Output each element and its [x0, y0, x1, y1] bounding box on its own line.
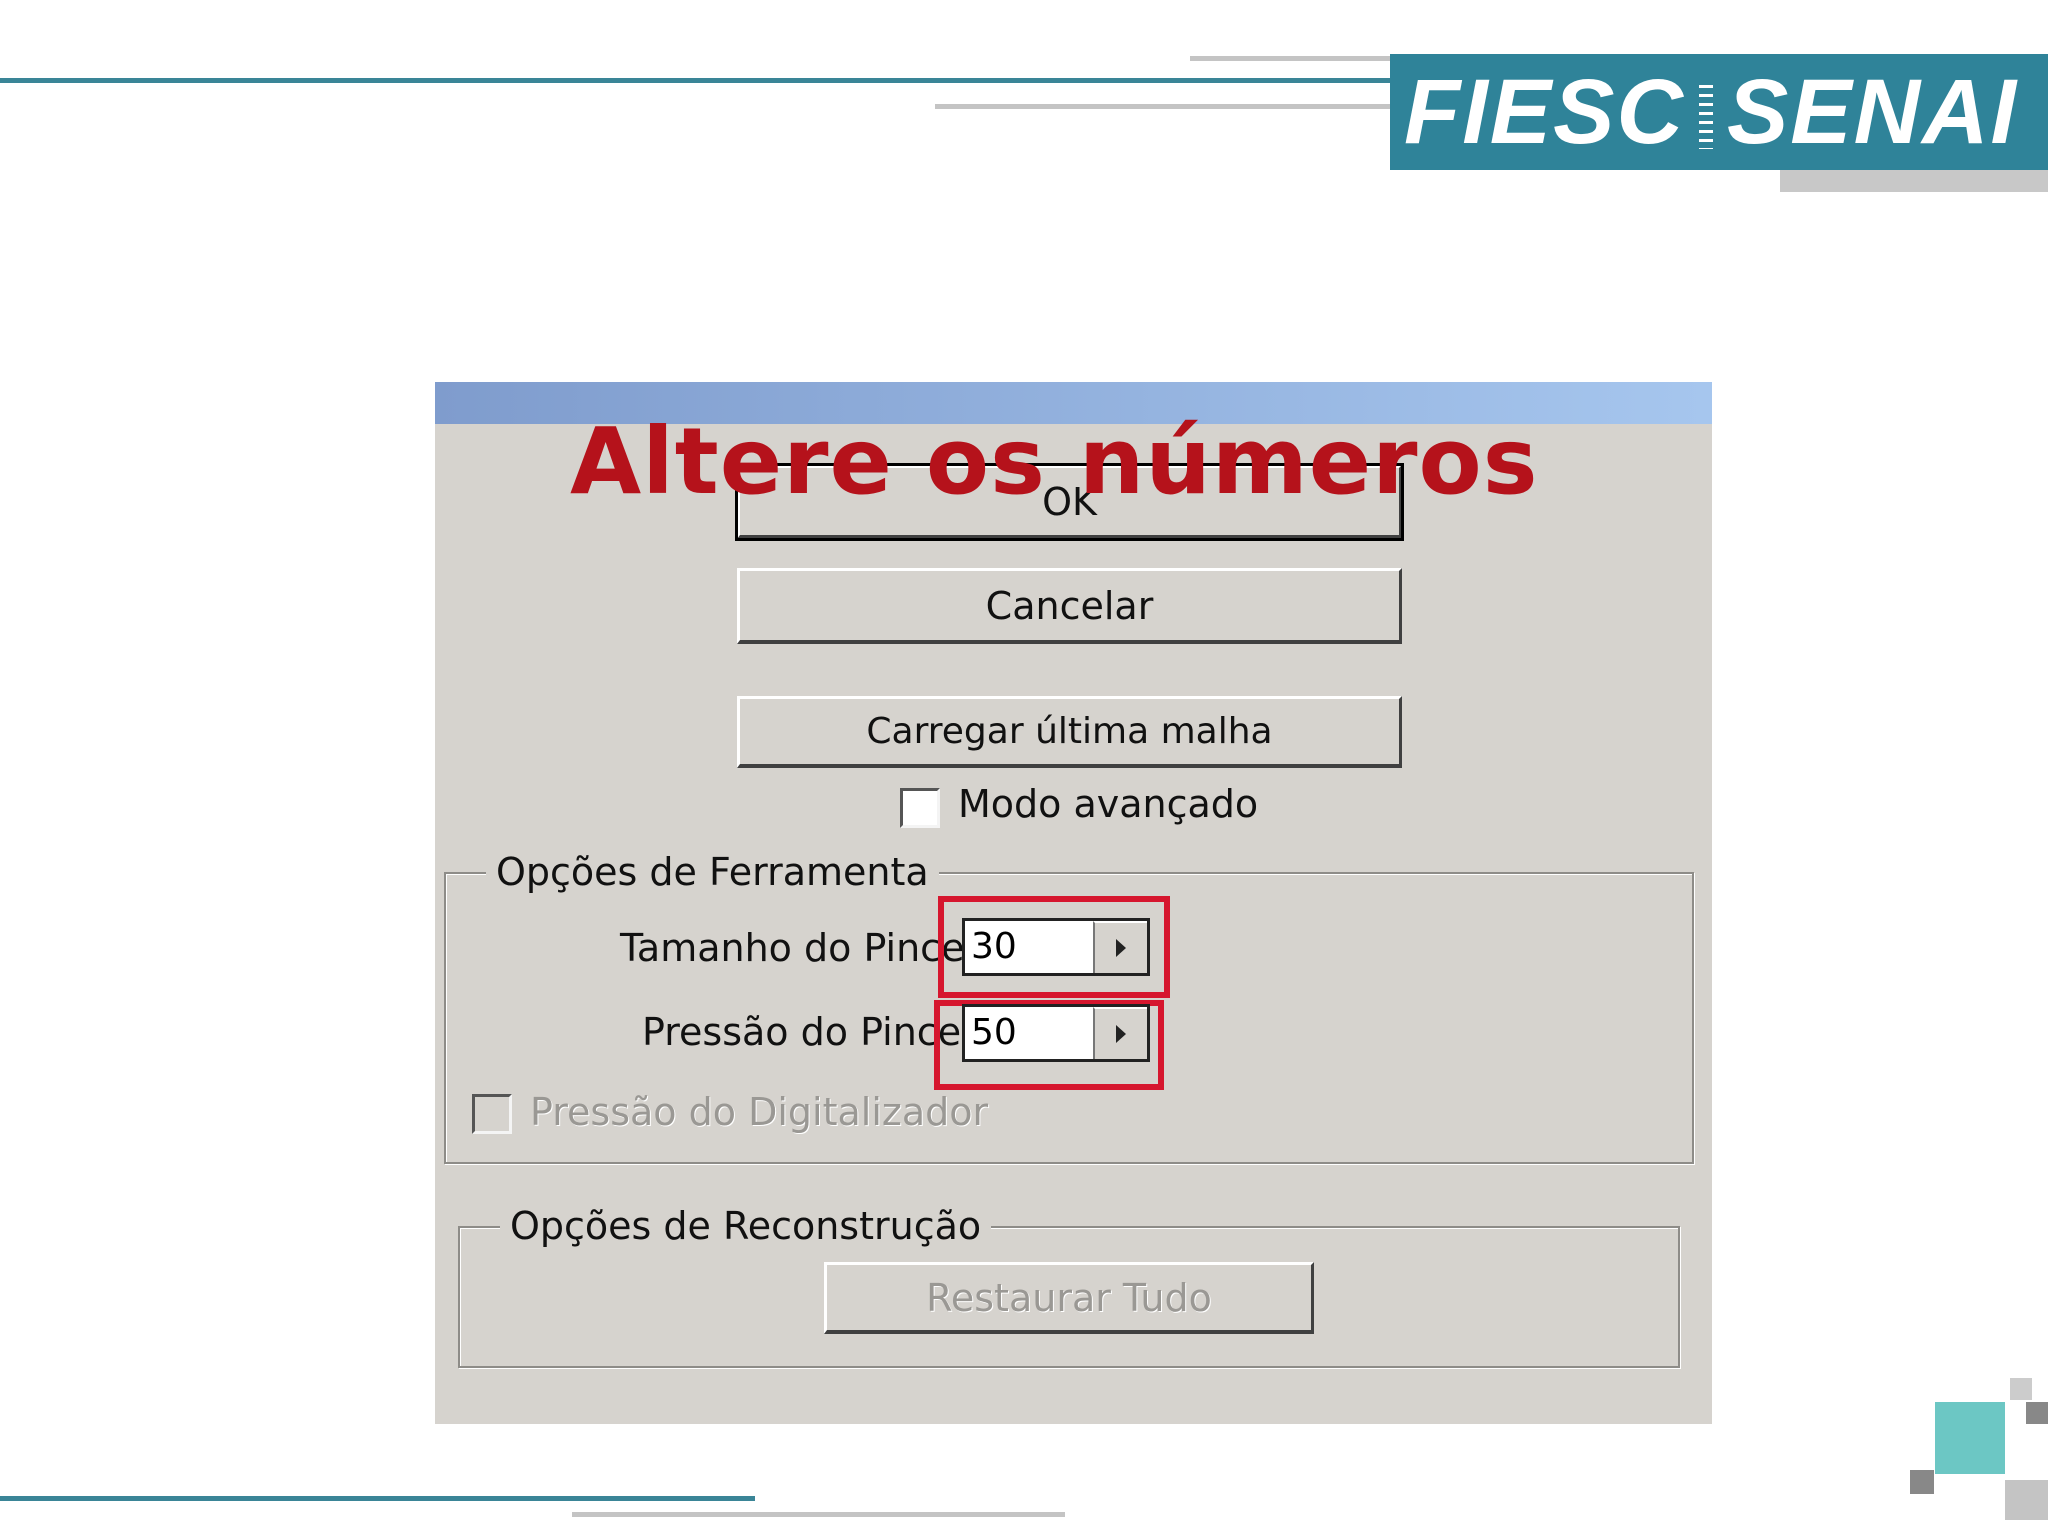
brush-pressure-slider-button[interactable] [1093, 1007, 1147, 1059]
corner-square-gray-1 [2010, 1378, 2032, 1400]
instruction-annotation: Altere os números [570, 408, 1539, 515]
load-last-mesh-button[interactable]: Carregar última malha [737, 696, 1402, 768]
header-rule-teal [0, 78, 1392, 83]
brush-size-label: Tamanho do Pincel [620, 926, 976, 970]
stylus-pressure-checkbox[interactable] [472, 1094, 512, 1134]
logo-fiesc-text: FIESC [1404, 61, 1685, 163]
brush-pressure-label: Pressão do Pincel [642, 1010, 972, 1054]
brush-pressure-input[interactable] [971, 1009, 1081, 1055]
cancel-button[interactable]: Cancelar [737, 568, 1402, 644]
tool-options-legend: Opções de Ferramenta [486, 850, 939, 894]
logo-separator [1698, 85, 1713, 149]
logo-senai-text: SENAI [1726, 61, 2019, 163]
brush-size-input[interactable] [971, 923, 1081, 969]
logo-shadow [1780, 170, 2048, 192]
fiesc-senai-logo: FIESC SENAI [1404, 62, 2018, 162]
advanced-mode-label: Modo avançado [958, 782, 1259, 826]
brush-size-slider-button[interactable] [1093, 921, 1147, 973]
brush-size-spinbox [962, 918, 1150, 976]
corner-square-teal [1935, 1402, 2005, 1474]
stylus-pressure-label: Pressão do Digitalizador [530, 1090, 989, 1134]
header-rule-gray-bottom [935, 104, 1390, 109]
corner-square-gray-4 [2005, 1480, 2048, 1520]
reconstruction-options-legend: Opções de Reconstrução [500, 1204, 992, 1248]
footer-rule-teal [0, 1496, 755, 1501]
restore-all-button[interactable]: Restaurar Tudo [824, 1262, 1314, 1334]
footer-rule-gray [572, 1512, 1065, 1517]
corner-square-gray-3 [1910, 1470, 1934, 1494]
triangle-right-icon [1116, 939, 1126, 957]
corner-square-gray-2 [2026, 1402, 2048, 1424]
brush-pressure-spinbox [962, 1004, 1150, 1062]
advanced-mode-checkbox[interactable] [900, 788, 940, 828]
triangle-right-icon [1116, 1025, 1126, 1043]
header-rule-gray-top [1190, 56, 1390, 61]
